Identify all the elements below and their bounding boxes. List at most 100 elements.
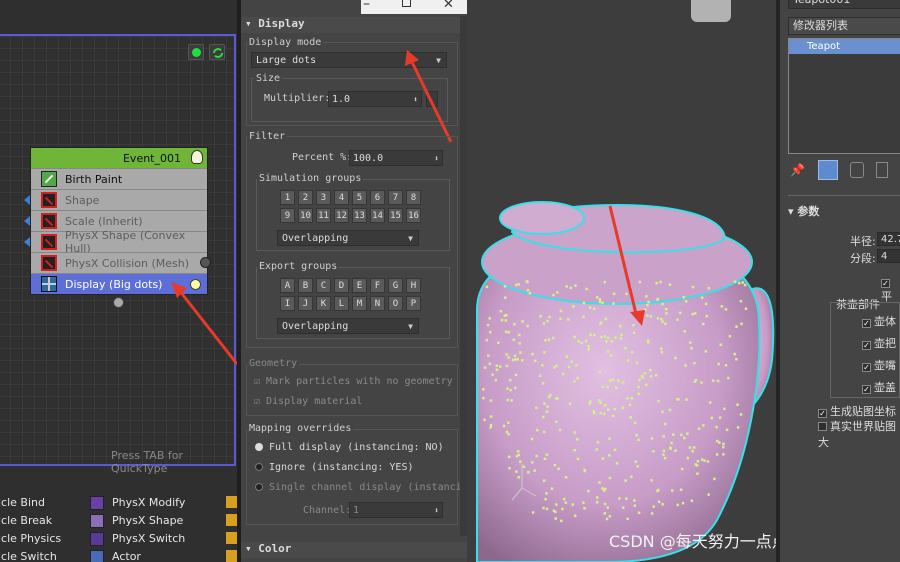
segments-spinner[interactable]: 4 (877, 249, 900, 263)
particle-dot (588, 400, 592, 403)
sim-group-button[interactable]: 1 (280, 190, 295, 205)
sim-group-button[interactable]: 16 (406, 208, 421, 223)
part-handle-checkbox[interactable]: ✓ 壶把 (862, 335, 896, 351)
rollout-scrollbar[interactable] (460, 16, 467, 536)
display-rollout-header[interactable]: ▾ Display (241, 17, 467, 33)
bottom-output-port[interactable] (113, 297, 124, 308)
color-rollout-header[interactable]: ▾ Color (241, 542, 467, 558)
sim-group-button[interactable]: 11 (316, 208, 331, 223)
particle-dot (700, 458, 704, 461)
sim-group-button[interactable]: 2 (298, 190, 313, 205)
particle-dot (612, 302, 615, 305)
green-dot-button[interactable] (188, 44, 204, 60)
operator-shape[interactable]: Shape (24, 189, 207, 210)
export-group-button[interactable]: E (352, 278, 367, 293)
export-group-button[interactable]: P (406, 296, 421, 311)
depot-item[interactable]: icle Break (0, 512, 61, 530)
particle-dot (692, 446, 696, 449)
minimize-icon[interactable]: – (363, 0, 370, 12)
modifier-stack[interactable]: Teapot (788, 38, 900, 154)
particle-dot (610, 340, 613, 343)
display-material-checkbox[interactable]: ☑ Display material (254, 396, 362, 407)
side-output-port[interactable] (200, 257, 211, 268)
operator-scale[interactable]: Scale (Inherit) (24, 210, 207, 231)
operator-physx-collision[interactable]: PhysX Collision (Mesh) (31, 252, 207, 273)
radio-single-channel[interactable]: Single channel display (instancin (255, 482, 461, 493)
params-header[interactable]: ▾ 参数 (788, 203, 819, 219)
sim-group-button[interactable]: 12 (334, 208, 349, 223)
export-group-button[interactable]: O (388, 296, 403, 311)
event-node-header[interactable]: Event_001 (31, 148, 207, 168)
export-group-button[interactable]: H (406, 278, 421, 293)
channel-spinner[interactable]: 1 ⬍ (349, 502, 443, 518)
sim-group-button[interactable]: 8 (406, 190, 421, 205)
make-unique-icon[interactable] (850, 162, 864, 178)
sim-groups-dropdown[interactable]: Overlapping ▼ (277, 230, 419, 246)
part-lid-checkbox[interactable]: ✓ 壶盖 (862, 379, 896, 395)
show-end-result-icon[interactable] (818, 160, 838, 180)
real-world-checkbox[interactable]: 真实世界贴图大 (818, 418, 900, 450)
pin-icon[interactable]: 📌 (790, 163, 805, 177)
object-name-field[interactable]: Teapot001 (788, 0, 900, 9)
lightbulb-icon[interactable] (191, 150, 203, 164)
radius-spinner[interactable]: 42.7 (877, 232, 900, 246)
operator-birth-paint[interactable]: Birth Paint (31, 168, 207, 189)
depot-item[interactable]: icle Switch (0, 548, 61, 562)
remove-modifier-icon[interactable] (876, 162, 888, 178)
smooth-checkbox[interactable]: ✓平 (881, 275, 900, 304)
maximize-icon[interactable] (402, 0, 411, 7)
depot-item[interactable]: Actor (90, 548, 185, 562)
sim-group-button[interactable]: 15 (388, 208, 403, 223)
export-group-button[interactable]: G (388, 278, 403, 293)
depot-item[interactable]: PhysX Shape (90, 512, 185, 530)
radio-full-display[interactable]: Full display (instancing: NO) (255, 442, 444, 453)
operator-label: Scale (Inherit) (65, 214, 143, 228)
export-group-button[interactable]: L (334, 296, 349, 311)
export-group-button[interactable]: C (316, 278, 331, 293)
export-groups-dropdown[interactable]: Overlapping ▼ (277, 318, 419, 334)
sim-group-button[interactable]: 7 (388, 190, 403, 205)
refresh-icon[interactable] (209, 44, 225, 60)
depot-item[interactable]: PhysX Switch (90, 530, 185, 548)
export-group-button[interactable]: K (316, 296, 331, 311)
particle-dot (683, 436, 686, 440)
event-node[interactable]: Event_001 Birth Paint Shape Scale (Inher… (24, 147, 208, 295)
depot-item[interactable]: icle Bind (0, 494, 61, 512)
sim-group-button[interactable]: 13 (352, 208, 367, 223)
export-group-button[interactable]: B (298, 278, 313, 293)
part-body-checkbox[interactable]: ✓ 壶体 (862, 313, 896, 329)
radio-ignore[interactable]: Ignore (instancing: YES) (255, 462, 414, 473)
depot-item[interactable]: icle Physics (0, 530, 61, 548)
sim-group-button[interactable]: 9 (280, 208, 295, 223)
export-group-button[interactable]: D (334, 278, 349, 293)
particle-dot (535, 454, 538, 458)
3d-viewport[interactable] (467, 0, 780, 562)
sim-group-button[interactable]: 3 (316, 190, 331, 205)
particle-dot (677, 398, 680, 401)
export-group-button[interactable]: N (370, 296, 385, 311)
particle-dot (611, 378, 615, 381)
sim-group-button[interactable]: 5 (352, 190, 367, 205)
percent-spinner[interactable]: 100.0 ⬍ (349, 150, 443, 166)
export-group-button[interactable]: M (352, 296, 367, 311)
export-group-button[interactable]: F (370, 278, 385, 293)
export-group-button[interactable]: A (280, 278, 295, 293)
operator-physx-shape[interactable]: PhysX Shape (Convex Hull) (24, 229, 207, 255)
stack-item-teapot[interactable]: Teapot (789, 39, 900, 54)
sim-group-button[interactable]: 6 (370, 190, 385, 205)
particle-dot (632, 323, 635, 327)
export-group-button[interactable]: J (298, 296, 313, 311)
depot-item[interactable]: PhysX Modify (90, 494, 185, 512)
gen-mapping-checkbox[interactable]: ✓ 生成贴图坐标 (818, 403, 896, 419)
export-group-button[interactable]: I (280, 296, 295, 311)
mark-particles-checkbox[interactable]: ☑ Mark particles with no geometry (254, 376, 453, 387)
close-icon[interactable]: ✕ (443, 0, 454, 12)
particle-dot (557, 467, 560, 471)
sim-group-button[interactable]: 10 (298, 208, 313, 223)
sim-group-button[interactable]: 4 (334, 190, 349, 205)
modifier-list-dropdown[interactable]: 修改器列表 (788, 17, 900, 35)
part-spout-checkbox[interactable]: ✓ 壶嘴 (862, 357, 896, 373)
sim-group-button[interactable]: 14 (370, 208, 385, 223)
particle-dot (547, 395, 551, 399)
particle-dot (624, 479, 627, 482)
